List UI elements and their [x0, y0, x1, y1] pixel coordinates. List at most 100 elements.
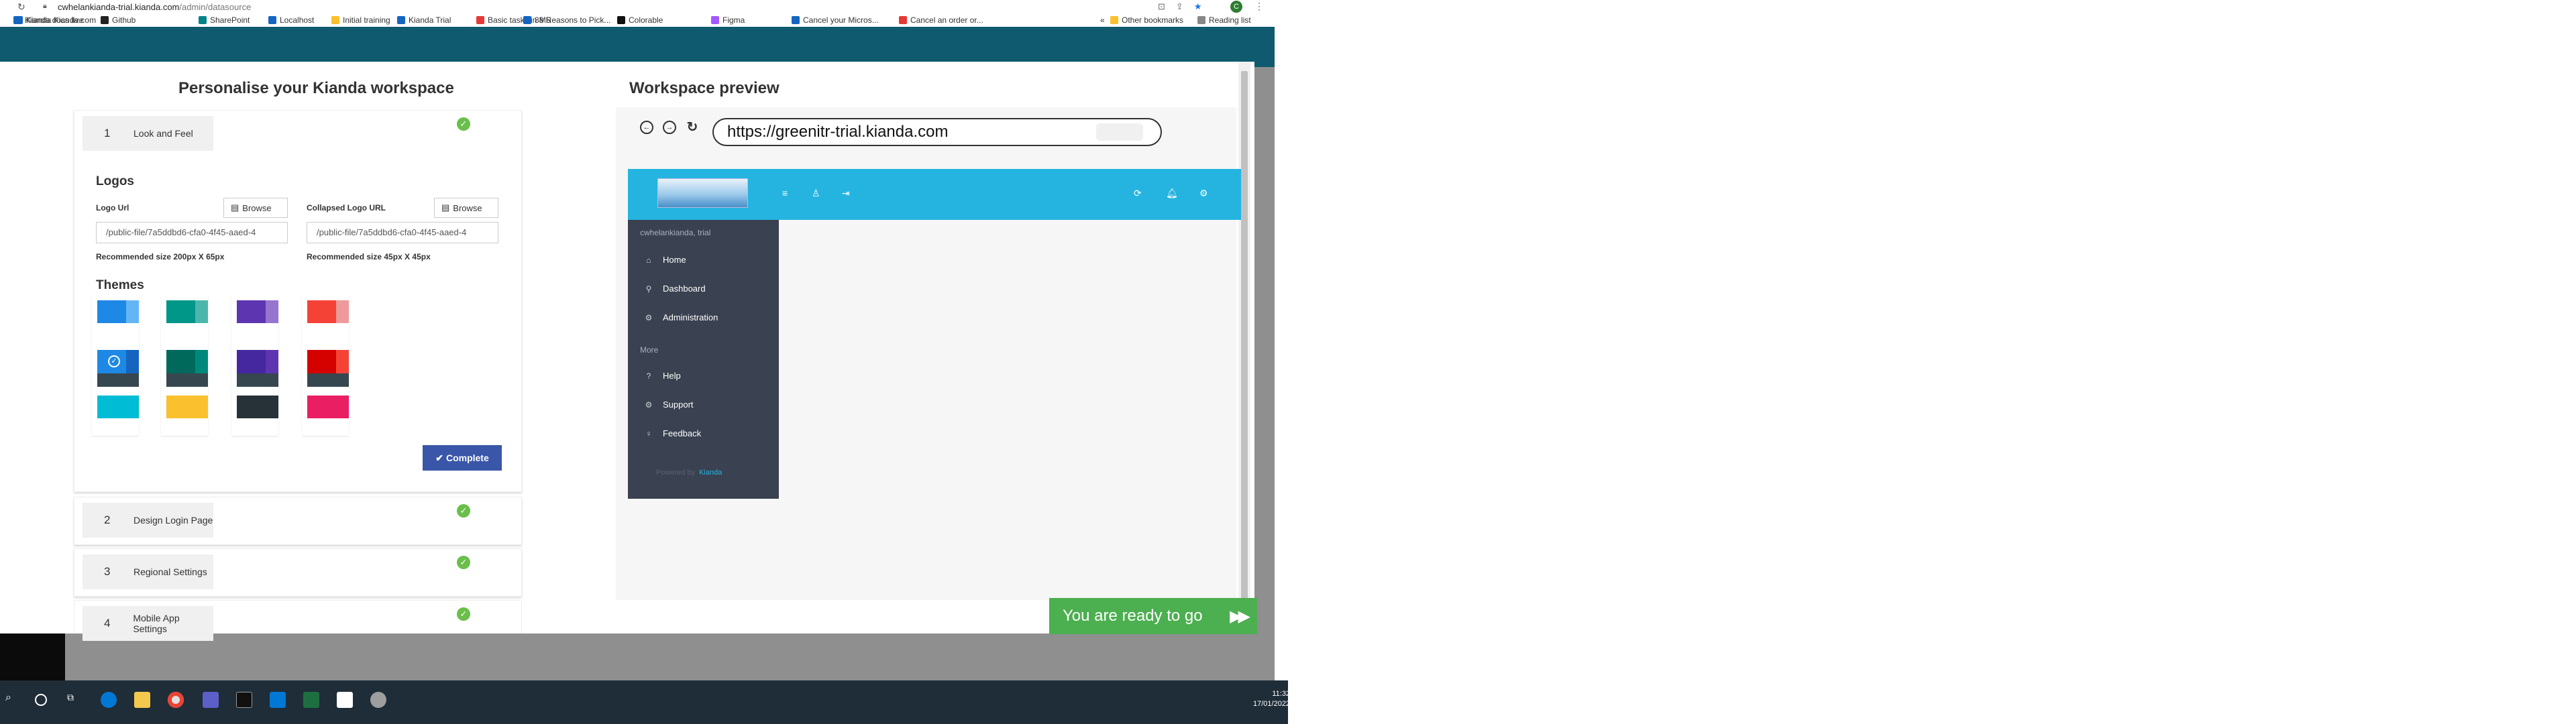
help-icon: ? — [646, 371, 651, 381]
clock[interactable]: 11:32 17/01/2022 — [1253, 689, 1290, 709]
preview-user: cwhelankianda, trial — [640, 228, 711, 237]
terminal-icon[interactable] — [236, 692, 252, 708]
bookmark-item[interactable]: Github — [101, 15, 136, 25]
bookmark-item[interactable]: Localhost — [268, 15, 314, 25]
bookmark-icon — [523, 16, 531, 24]
theme-swatch[interactable]: ✓ — [97, 350, 139, 387]
bookmark-item[interactable]: Colorable — [617, 15, 663, 25]
bookmark-icon — [199, 16, 207, 24]
theme-swatch[interactable] — [237, 300, 278, 323]
app-header-background — [0, 27, 1275, 67]
bookmarks-more-icon[interactable]: « — [1100, 15, 1105, 25]
profile-avatar[interactable]: C — [1230, 1, 1242, 13]
lock-icon[interactable]: 🔒︎ — [43, 2, 47, 11]
theme-swatch[interactable] — [237, 396, 278, 418]
bookmark-label: Colorable — [629, 15, 663, 25]
theme-swatch[interactable] — [97, 300, 139, 323]
edge-icon[interactable] — [101, 692, 117, 708]
file-icon: ▤ — [231, 202, 239, 213]
excel-icon[interactable] — [303, 692, 319, 708]
step-number: 2 — [104, 514, 111, 526]
personalise-title: Personalise your Kianda workspace — [178, 79, 454, 97]
step-header-2[interactable]: 2 Design Login Page — [83, 503, 213, 538]
file-icon: ▤ — [441, 202, 450, 213]
browse-label: Browse — [453, 202, 482, 213]
collapsed-logo-input[interactable]: /public-file/7a5ddbd6-cfa0-4f45-aaed-4 — [307, 222, 498, 243]
step-header-4[interactable]: 4 Mobile App Settings — [83, 606, 213, 641]
toggle-icon: ⇥ — [842, 188, 850, 198]
bookmark-icon — [617, 16, 625, 24]
bookmark-item[interactable]: Kianda Trial — [397, 15, 451, 25]
menu-icon[interactable]: ⋮ — [1254, 1, 1264, 12]
reading-list[interactable]: Reading list — [1197, 15, 1251, 25]
bookmark-item[interactable]: Cancel your Micros... — [792, 15, 879, 25]
sidebar-item-support: ⚙ Support — [644, 400, 694, 410]
step-header-3[interactable]: 3 Regional Settings — [83, 554, 213, 589]
step-panel-login: 2 Design Login Page ✓ — [74, 497, 522, 545]
bookmark-item[interactable]: Kianda Kianda.com — [15, 15, 96, 25]
cortana-icon[interactable] — [35, 694, 47, 706]
collapsed-browse-button[interactable]: ▤ Browse — [434, 198, 498, 218]
step-header-1[interactable]: 1 Look and Feel — [83, 116, 213, 151]
check-icon: ✓ — [457, 607, 470, 621]
bookmark-icon — [792, 16, 800, 24]
preview-url-box: https://greenitr-trial.kianda.com — [712, 118, 1162, 146]
theme-swatch[interactable] — [307, 350, 349, 387]
theme-swatch[interactable] — [97, 396, 139, 418]
file-explorer-icon[interactable] — [134, 692, 150, 708]
theme-swatch[interactable] — [237, 350, 278, 387]
logo-size-hint: Recommended size 200px X 65px — [96, 252, 225, 261]
bookmark-label: Initial training — [343, 15, 390, 25]
powered-by-label: Powered by — [656, 469, 696, 477]
theme-swatch[interactable] — [307, 300, 349, 323]
bookmark-item[interactable]: 88 Reasons to Pick... — [523, 15, 610, 25]
star-icon[interactable]: ★ — [1194, 1, 1202, 12]
bookmark-label: Github — [112, 15, 136, 25]
bookmark-icon — [899, 16, 907, 24]
theme-swatch[interactable] — [307, 396, 349, 418]
step-label: Design Login Page — [133, 515, 213, 526]
url-field[interactable]: cwhelankianda-trial.kianda.com/admin/dat… — [58, 2, 251, 12]
bookmark-item[interactable]: Initial training — [331, 15, 390, 25]
logo-browse-button[interactable]: ▤ Browse — [223, 198, 288, 218]
bookmark-item[interactable]: Figma — [711, 15, 745, 25]
typora-icon[interactable] — [337, 692, 353, 708]
bookmark-item[interactable]: SharePoint — [199, 15, 250, 25]
sidebar-item-home: ⌂ Home — [644, 255, 686, 265]
other-bookmarks[interactable]: Other bookmarks — [1110, 15, 1183, 25]
check-icon: ✓ — [457, 504, 470, 518]
bookmark-label: Kianda Kianda.com — [26, 15, 97, 25]
modal-scrollbar[interactable] — [1238, 62, 1250, 634]
sidebar-item-dashboard: ⚲ Dashboard — [644, 284, 706, 294]
themes-title: Themes — [96, 278, 144, 292]
scrollbar-thumb[interactable] — [1241, 71, 1248, 621]
logo-url-input[interactable]: /public-file/7a5ddbd6-cfa0-4f45-aaed-4 — [96, 222, 288, 243]
sidebar-item-label: Feedback — [663, 428, 702, 438]
outlook-icon[interactable] — [270, 692, 286, 708]
app-icon[interactable] — [370, 692, 386, 708]
step-panel-regional: 3 Regional Settings ✓ — [74, 548, 522, 597]
sidebar-item-label: Home — [663, 255, 686, 265]
theme-swatch[interactable] — [166, 350, 208, 387]
theme-swatch[interactable] — [166, 396, 208, 418]
chrome-icon[interactable] — [168, 692, 184, 708]
share-icon[interactable]: ⇪ — [1176, 1, 1183, 12]
reading-list-label: Reading list — [1209, 15, 1251, 25]
clock-time: 11:32 — [1272, 690, 1291, 698]
back-icon: ← — [640, 121, 653, 134]
ready-to-go-button[interactable]: You are ready to go ▶▶ — [1049, 598, 1257, 634]
teams-icon[interactable] — [203, 692, 219, 708]
fast-forward-icon: ▶▶ — [1230, 607, 1250, 625]
theme-column: ✓ — [92, 295, 139, 436]
reload-icon[interactable]: ↻ — [17, 1, 25, 13]
complete-button[interactable]: ✔ Complete — [423, 445, 502, 471]
bookmark-label: Localhost — [280, 15, 315, 25]
bookmark-item[interactable]: Cancel an order or... — [899, 15, 983, 25]
sidebar-item-help: ? Help — [644, 371, 681, 381]
preview-url: https://greenitr-trial.kianda.com — [727, 123, 949, 141]
theme-swatch[interactable] — [166, 300, 208, 323]
task-view-icon[interactable]: ⧉ — [67, 692, 83, 708]
extension-icon[interactable]: ⊡ — [1158, 1, 1165, 12]
search-icon[interactable]: ⌕ — [5, 692, 21, 708]
step-number: 3 — [104, 565, 111, 578]
